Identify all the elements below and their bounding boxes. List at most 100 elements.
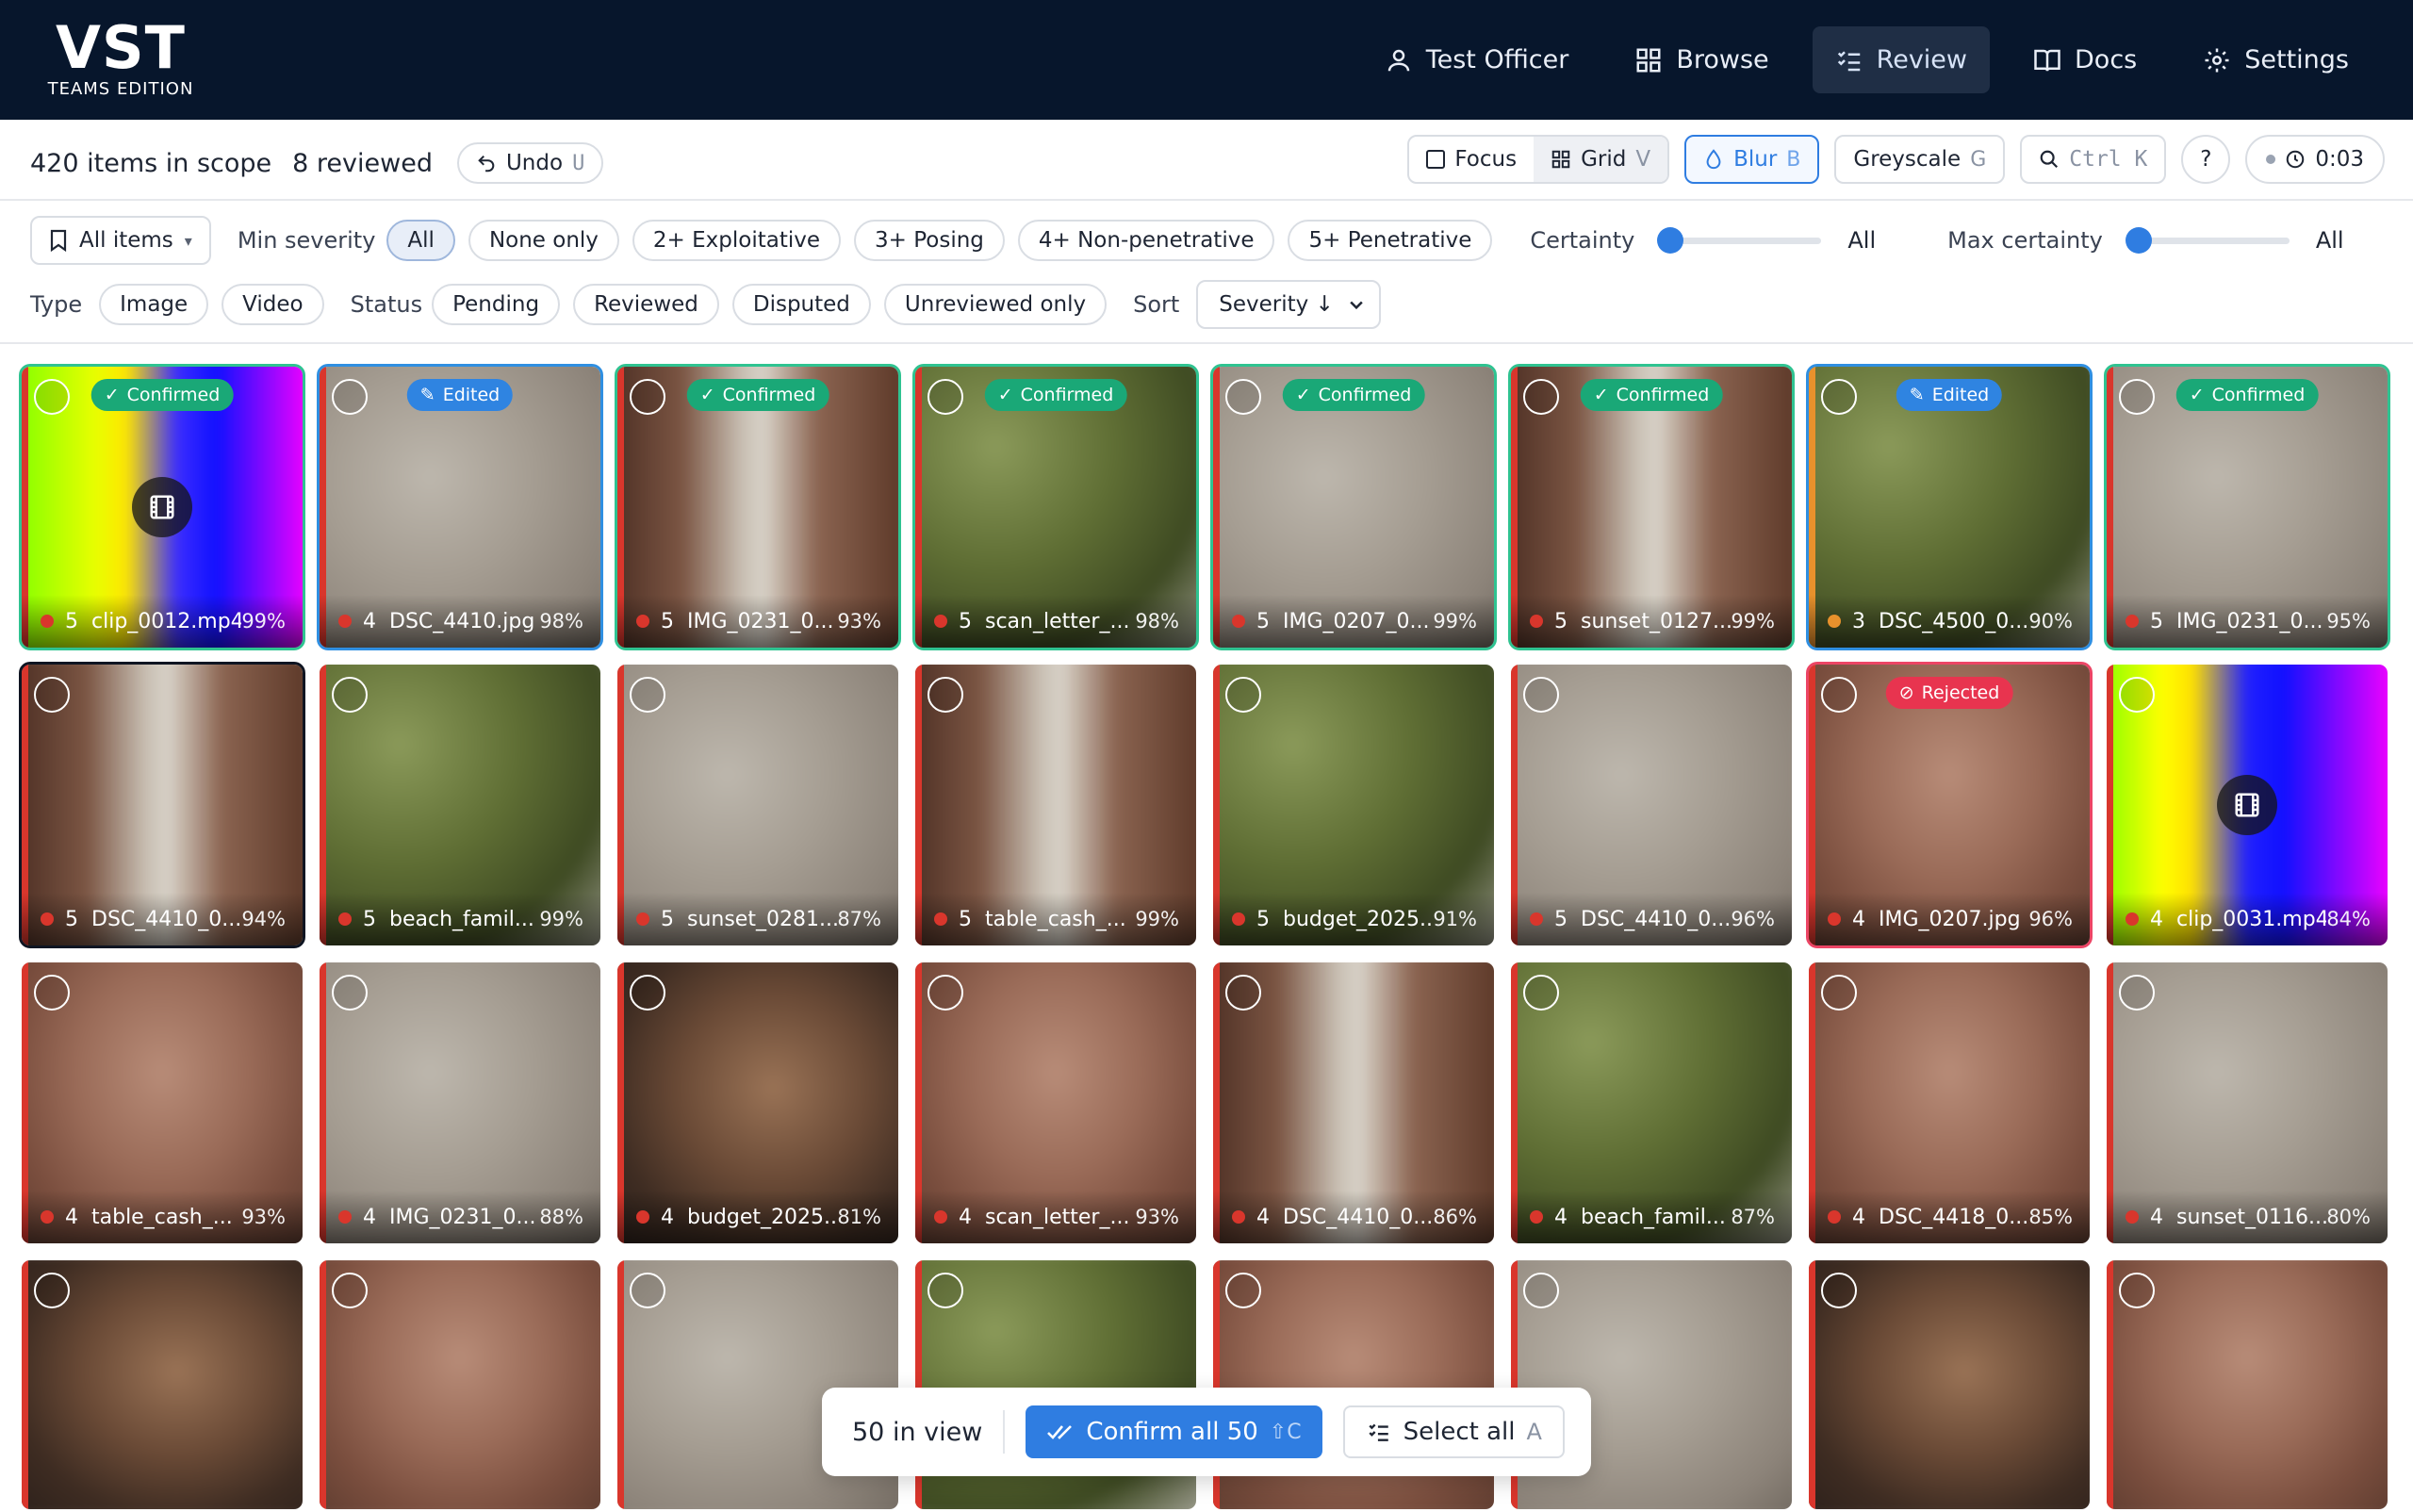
grid-tile[interactable] [1806, 1257, 2093, 1512]
select-checkbox[interactable] [34, 975, 70, 1011]
status-chip-unreviewed[interactable]: Unreviewed only [883, 284, 1108, 325]
grid-tile[interactable]: ✓ Confirmed 5 sunset_0127.... 99% [1508, 364, 1795, 650]
grid-mode-button[interactable]: Grid V [1534, 137, 1668, 182]
severity-chip-none[interactable]: None only [468, 220, 619, 261]
grid-tile[interactable]: 5 table_cash_... 99% [912, 662, 1199, 948]
select-checkbox[interactable] [1523, 379, 1559, 415]
max-certainty-slider[interactable] [2125, 226, 2290, 255]
app-logo[interactable]: VST TEAMS EDITION [45, 15, 196, 100]
select-checkbox[interactable] [927, 379, 963, 415]
nav-review[interactable]: Review [1812, 26, 1991, 93]
slider-thumb[interactable] [1657, 227, 1684, 254]
select-checkbox[interactable] [34, 379, 70, 415]
severity-chip-3[interactable]: 3+ Posing [854, 220, 1005, 261]
status-chip-pending[interactable]: Pending [432, 284, 561, 325]
certainty-slider[interactable] [1657, 226, 1822, 255]
severity-chip-2[interactable]: 2+ Exploitative [632, 220, 841, 261]
select-checkbox[interactable] [332, 1273, 368, 1308]
severity-chip-4[interactable]: 4+ Non-penetrative [1017, 220, 1275, 261]
select-checkbox[interactable] [2119, 1273, 2155, 1308]
grid-tile[interactable]: 5 budget_2025... 91% [1210, 662, 1497, 948]
select-checkbox[interactable] [630, 677, 665, 713]
grid-shortcut: V [1635, 147, 1651, 172]
type-chip-video[interactable]: Video [222, 284, 324, 325]
grid-tile[interactable]: ✓ Confirmed 5 clip_0012.mp4 99% [19, 364, 305, 650]
grid-tile[interactable]: ✓ Confirmed 5 IMG_0231_0... 95% [2104, 364, 2390, 650]
type-chip-image[interactable]: Image [99, 284, 209, 325]
select-checkbox[interactable] [332, 379, 368, 415]
undo-button[interactable]: Undo U [456, 142, 604, 184]
select-checkbox[interactable] [1225, 975, 1261, 1011]
grid-tile[interactable]: 5 DSC_4410_0... 94% [19, 662, 305, 948]
grid-tile[interactable] [2104, 1257, 2390, 1512]
select-checkbox[interactable] [1225, 1273, 1261, 1308]
nav-settings[interactable]: Settings [2180, 26, 2372, 93]
select-checkbox[interactable] [630, 379, 665, 415]
select-checkbox[interactable] [2119, 677, 2155, 713]
select-checkbox[interactable] [630, 975, 665, 1011]
select-checkbox[interactable] [1821, 379, 1857, 415]
select-checkbox[interactable] [1523, 975, 1559, 1011]
nav-docs[interactable]: Docs [2011, 26, 2159, 93]
grid-tile[interactable]: 4 DSC_4410_0... 86% [1210, 960, 1497, 1246]
select-checkbox[interactable] [927, 677, 963, 713]
severity-chip-all[interactable]: All [386, 220, 455, 261]
severity-chip-5[interactable]: 5+ Penetrative [1288, 220, 1493, 261]
select-checkbox[interactable] [1523, 677, 1559, 713]
all-items-dropdown[interactable]: All items ▾ [30, 216, 211, 265]
grid-tile[interactable]: ⊘ Rejected 4 IMG_0207.jpg 96% [1806, 662, 2093, 948]
search-button[interactable]: Ctrl K [2020, 135, 2167, 184]
grid-tile[interactable]: 5 DSC_4410_0... 96% [1508, 662, 1795, 948]
select-checkbox[interactable] [927, 975, 963, 1011]
nav-browse[interactable]: Browse [1612, 26, 1791, 93]
grid-tile[interactable]: 4 beach_famil... 87% [1508, 960, 1795, 1246]
select-checkbox[interactable] [2119, 379, 2155, 415]
confirm-all-button[interactable]: Confirm all 50 ⇧C [1026, 1405, 1322, 1458]
greyscale-toggle[interactable]: Greyscale G [1834, 135, 2006, 184]
nav-test-officer[interactable]: Test Officer [1362, 26, 1592, 93]
grid-tile[interactable]: ✓ Confirmed 5 IMG_0207_0... 99% [1210, 364, 1497, 650]
select-checkbox[interactable] [1821, 677, 1857, 713]
select-checkbox[interactable] [332, 677, 368, 713]
select-checkbox[interactable] [1523, 1273, 1559, 1308]
status-chip-disputed[interactable]: Disputed [731, 284, 871, 325]
select-checkbox[interactable] [2119, 975, 2155, 1011]
grid-tile[interactable]: ✓ Confirmed 5 scan_letter_... 98% [912, 364, 1199, 650]
grid-tile[interactable]: ✓ Confirmed 5 IMG_0231_0... 93% [615, 364, 901, 650]
select-checkbox[interactable] [630, 1273, 665, 1308]
select-checkbox[interactable] [1225, 379, 1261, 415]
grid-tile[interactable]: 4 clip_0031.mp4 84% [2104, 662, 2390, 948]
select-checkbox[interactable] [1821, 975, 1857, 1011]
grid-tile[interactable]: 4 table_cash_... 93% [19, 960, 305, 1246]
focus-mode-button[interactable]: Focus [1409, 137, 1534, 182]
grid-tile[interactable]: 5 sunset_0281.... 87% [615, 662, 901, 948]
grid-tile[interactable] [19, 1257, 305, 1512]
grid-tile[interactable]: ✎ Edited 4 DSC_4410.jpg 98% [317, 364, 603, 650]
grid-tile[interactable]: 4 budget_2025... 81% [615, 960, 901, 1246]
select-checkbox[interactable] [34, 677, 70, 713]
grid-tile[interactable] [317, 1257, 603, 1512]
help-button[interactable]: ? [2181, 135, 2231, 184]
tile-footer: 4 scan_letter_... 93% [915, 1191, 1196, 1243]
select-checkbox[interactable] [927, 1273, 963, 1308]
status-chip-reviewed[interactable]: Reviewed [573, 284, 719, 325]
scope-count: 420 items in scope [30, 148, 272, 178]
grid-tile[interactable]: 4 scan_letter_... 93% [912, 960, 1199, 1246]
select-checkbox[interactable] [1225, 677, 1261, 713]
grid-tile[interactable]: 4 DSC_4418_0... 85% [1806, 960, 2093, 1246]
clock-icon [2287, 150, 2305, 169]
grid-tile[interactable]: 5 beach_famil... 99% [317, 662, 603, 948]
select-checkbox[interactable] [34, 1273, 70, 1308]
severity-dot [636, 912, 649, 926]
sort-select[interactable]: Severity ↓ [1196, 280, 1381, 329]
grid-tile[interactable]: 4 sunset_0116.... 80% [2104, 960, 2390, 1246]
blur-toggle[interactable]: Blur B [1684, 135, 1820, 184]
select-checkbox[interactable] [1821, 1273, 1857, 1308]
grid-tile[interactable]: 4 IMG_0231_0... 88% [317, 960, 603, 1246]
badge-label: Confirmed [1318, 385, 1412, 405]
severity-edge [2107, 1260, 2113, 1509]
select-all-button[interactable]: Select all A [1342, 1405, 1565, 1458]
slider-thumb[interactable] [2125, 227, 2152, 254]
select-checkbox[interactable] [332, 975, 368, 1011]
grid-tile[interactable]: ✎ Edited 3 DSC_4500_0... 90% [1806, 364, 2093, 650]
